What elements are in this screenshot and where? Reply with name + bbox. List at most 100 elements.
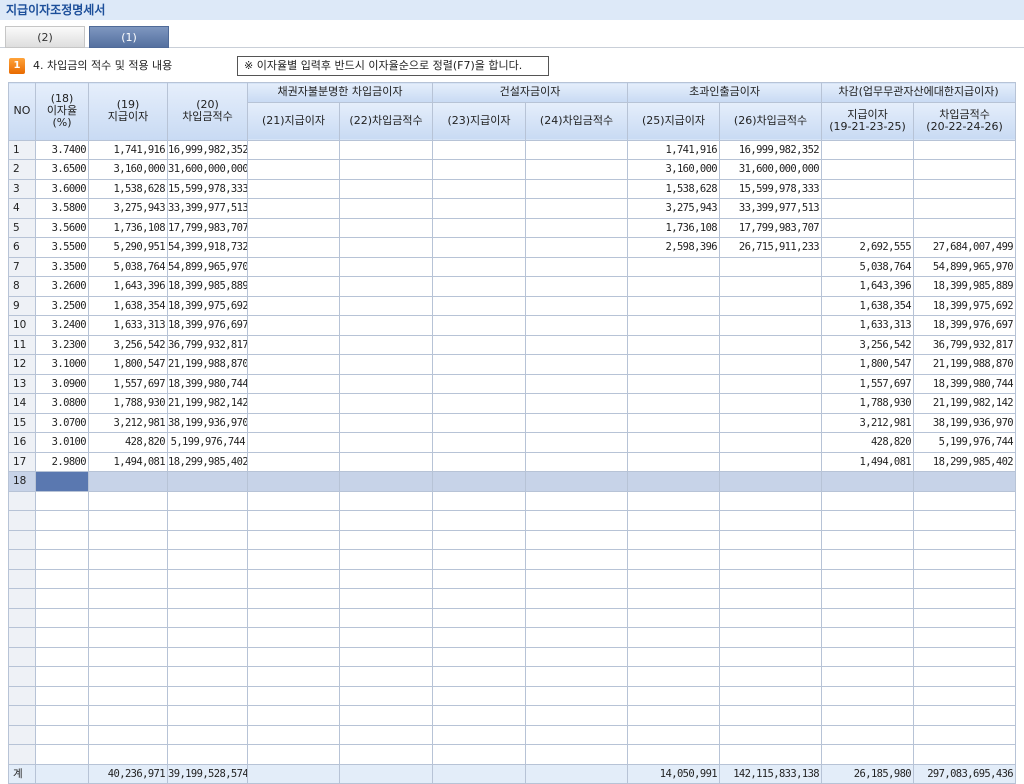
cell[interactable] [247,237,340,258]
cell[interactable] [35,627,89,648]
cell[interactable] [821,178,915,199]
cell[interactable] [524,763,629,784]
cell[interactable] [821,705,915,726]
cell[interactable] [719,724,823,745]
cell[interactable]: 3,256,542 [88,334,168,355]
cell[interactable] [35,666,89,687]
cell[interactable] [339,763,433,784]
cell[interactable] [247,529,340,550]
cell[interactable]: 1,643,396 [821,276,915,297]
cell[interactable] [913,510,1017,531]
cell[interactable]: 1,800,547 [88,354,168,375]
cell[interactable] [88,646,168,667]
cell[interactable] [339,568,433,589]
cell[interactable] [821,744,915,765]
cell[interactable] [167,646,248,667]
cell[interactable]: 1,633,313 [88,315,168,336]
cell[interactable] [88,666,168,687]
cell[interactable] [432,627,526,648]
cell[interactable]: 3,212,981 [88,412,168,433]
cell[interactable] [247,139,340,160]
cell[interactable] [821,471,915,492]
cell[interactable]: 3,212,981 [821,412,915,433]
cell[interactable] [339,724,433,745]
cell[interactable]: 21,199,982,142 [167,393,248,414]
cell[interactable] [524,724,629,745]
cell[interactable] [167,510,248,531]
cell[interactable] [167,627,248,648]
cell[interactable] [35,549,89,570]
cell[interactable] [913,627,1017,648]
cell[interactable]: 54,399,918,732 [167,237,248,258]
cell[interactable] [913,666,1017,687]
cell[interactable] [339,510,433,531]
cell[interactable] [432,393,526,414]
cell[interactable] [339,607,433,628]
cell[interactable]: 1,638,354 [88,295,168,316]
cell[interactable] [35,471,89,492]
cell[interactable] [88,510,168,531]
cell[interactable] [719,744,823,765]
cell[interactable] [913,685,1017,706]
cell[interactable] [719,705,823,726]
cell[interactable] [339,627,433,648]
cell[interactable] [913,490,1017,511]
cell[interactable] [88,490,168,511]
cell[interactable] [247,295,340,316]
cell[interactable] [247,276,340,297]
cell[interactable] [432,432,526,453]
cell[interactable]: 26,715,911,233 [719,237,823,258]
cell[interactable] [524,529,629,550]
tab-2[interactable]: (2) [5,26,85,48]
cell[interactable] [913,568,1017,589]
cell[interactable] [339,471,433,492]
cell[interactable] [627,724,721,745]
cell[interactable] [432,276,526,297]
cell[interactable] [719,685,823,706]
cell[interactable] [913,724,1017,745]
cell[interactable]: 18,399,980,744 [913,373,1017,394]
cell[interactable] [167,607,248,628]
cell[interactable] [432,451,526,472]
cell[interactable] [627,685,721,706]
cell[interactable]: 1,538,628 [627,178,721,199]
cell[interactable] [524,490,629,511]
cell[interactable] [821,529,915,550]
cell[interactable] [627,588,721,609]
cell[interactable] [913,744,1017,765]
cell[interactable] [35,510,89,531]
cell[interactable]: 2,598,396 [627,237,721,258]
cell[interactable] [247,724,340,745]
tab-1[interactable]: (1) [89,26,169,48]
cell[interactable]: 39,199,528,574 [167,763,248,784]
cell[interactable] [524,373,629,394]
cell[interactable]: 18,399,975,692 [167,295,248,316]
cell[interactable] [247,373,340,394]
cell[interactable] [524,705,629,726]
cell[interactable] [627,334,721,355]
cell[interactable] [339,217,433,238]
cell[interactable]: 1,800,547 [821,354,915,375]
cell[interactable] [627,412,721,433]
cell[interactable] [88,549,168,570]
cell[interactable] [88,744,168,765]
cell[interactable] [719,315,823,336]
cell[interactable]: 1,494,081 [88,451,168,472]
cell[interactable] [247,432,340,453]
cell[interactable] [432,568,526,589]
cell[interactable] [821,666,915,687]
cell[interactable] [524,510,629,531]
cell[interactable] [821,568,915,589]
cell[interactable] [821,490,915,511]
cell[interactable] [88,529,168,550]
cell[interactable] [432,588,526,609]
cell[interactable]: 1,494,081 [821,451,915,472]
cell[interactable] [432,237,526,258]
cell[interactable]: 15,599,978,333 [719,178,823,199]
cell[interactable] [524,159,629,180]
cell[interactable] [339,178,433,199]
cell[interactable] [35,607,89,628]
cell[interactable] [35,744,89,765]
cell[interactable] [913,705,1017,726]
cell[interactable]: 21,199,988,870 [913,354,1017,375]
